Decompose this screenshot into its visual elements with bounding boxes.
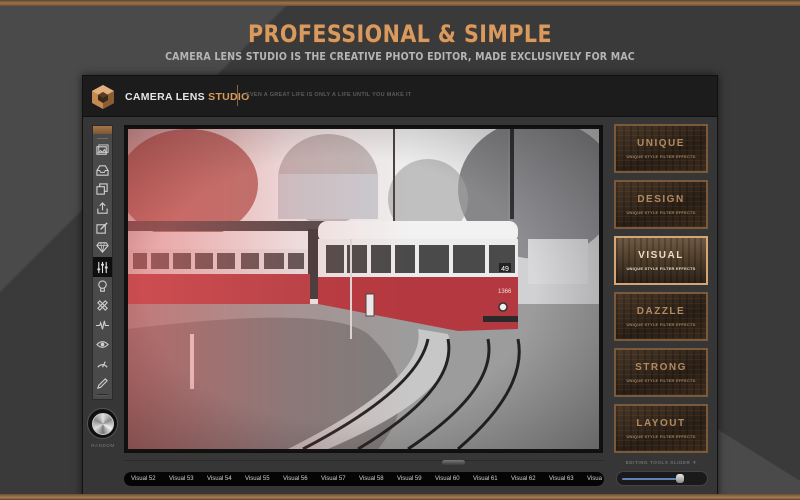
preset-title: DAZZLE [636,306,686,317]
preset-subtitle: UNIQUE STYLE FILTER EFFECTS [626,154,696,159]
preset-title: DESIGN [637,194,685,205]
filter-item[interactable]: Visual 62 [511,476,549,482]
background-diagonal-right [710,400,800,500]
top-accent-stripe [0,0,800,6]
edit-icon [96,222,108,234]
toolbar-header [93,126,112,134]
app-tagline: EVEN A GREAT LIFE IS ONLY A LIFE UNTIL Y… [246,92,412,98]
preset-subtitle: UNIQUE STYLE FILTER EFFECTS [626,210,696,215]
preset-subtitle: UNIQUE STYLE FILTER EFFECTS [626,378,696,383]
tools-sidebar [92,125,113,400]
editing-tools-slider-label: EDITING TOOLS SLIDER ▼ [625,460,698,465]
filter-strip[interactable]: Visual 52 Visual 53 Visual 54 Visual 55 Visu… [124,472,604,486]
toolbar-bottom-grip[interactable] [97,394,108,396]
slider-knob[interactable] [675,474,684,483]
filter-item[interactable]: Visual 61 [473,476,511,482]
preset-title: LAYOUT [636,418,686,429]
tool-layers[interactable] [93,180,112,199]
filter-item[interactable]: Visual 56 [283,476,321,482]
tram-photo-illustration: 49 1366 [128,129,599,449]
preset-visual[interactable]: VISUAL UNIQUE STYLE FILTER EFFECTS [614,236,708,285]
preset-title: VISUAL [638,250,684,261]
filter-item[interactable]: Visual 57 [321,476,359,482]
bottom-accent-stripe [0,494,800,500]
preset-strong[interactable]: STRONG UNIQUE STYLE FILTER EFFECTS [614,348,708,397]
filter-item[interactable]: Visual 59 [397,476,435,482]
inbox-icon [96,164,109,176]
tool-bandage[interactable] [93,296,112,315]
app-window: CAMERA LENS STUDIO EVEN A GREAT LIFE IS … [82,75,718,500]
share-icon [97,202,108,215]
tool-share[interactable] [93,199,112,218]
filter-item[interactable]: Visual 54 [207,476,245,482]
canvas-resize-handle[interactable] [442,460,465,465]
filter-item[interactable]: Visual 58 [359,476,397,482]
app-logo-icon [92,85,114,109]
tool-edit[interactable] [93,219,112,238]
tool-pencil[interactable] [93,374,112,393]
app-name: CAMERA LENS STUDIO [125,91,250,103]
bandage-icon [97,300,108,312]
random-knob-icon [91,412,114,435]
speedometer-icon [97,361,108,369]
eye-icon [96,341,109,348]
tool-sliders[interactable] [93,257,112,277]
photos-icon [96,144,109,155]
tool-speedometer[interactable] [93,354,112,373]
tool-inbox[interactable] [93,160,112,179]
preset-title: STRONG [635,362,687,373]
filter-item[interactable]: Visual 55 [245,476,283,482]
lightbulb-icon [98,280,107,292]
slider-fill [622,478,680,480]
marketing-headline: PROFESSIONAL & SIMPLE [247,20,553,48]
preset-subtitle: UNIQUE STYLE FILTER EFFECTS [626,266,696,271]
photo-canvas[interactable]: 49 1366 [124,125,603,453]
title-divider [237,85,238,106]
filter-item[interactable]: Visual 63 [549,476,587,482]
tool-pulse[interactable] [93,316,112,335]
pencil-icon [96,377,108,389]
preset-list: UNIQUE UNIQUE STYLE FILTER EFFECTS DESIGN U… [614,124,709,460]
layers-icon [96,183,108,195]
random-label: RANDOM [91,443,115,448]
preset-title: UNIQUE [637,138,685,149]
random-button[interactable] [87,408,118,439]
pulse-icon [96,320,109,330]
canvas-divider [124,460,604,461]
preset-layout[interactable]: LAYOUT UNIQUE STYLE FILTER EFFECTS [614,404,708,453]
edited-photo: 49 1366 [128,129,599,449]
filter-item[interactable]: Visua [587,476,604,482]
diamond-icon [96,242,109,254]
preset-subtitle: UNIQUE STYLE FILTER EFFECTS [626,322,696,327]
filter-item[interactable]: Visual 53 [169,476,207,482]
tool-lightbulb[interactable] [93,277,112,296]
app-name-main: CAMERA LENS [125,91,209,103]
app-titlebar: CAMERA LENS STUDIO EVEN A GREAT LIFE IS … [83,76,717,117]
filter-item[interactable]: Visual 60 [435,476,473,482]
marketing-subline: CAMERA LENS STUDIO IS THE CREATIVE PHOTO… [165,50,635,63]
app-name-accent: STUDIO [208,91,250,103]
preset-dazzle[interactable]: DAZZLE UNIQUE STYLE FILTER EFFECTS [614,292,708,341]
filter-item[interactable]: Visual 52 [131,476,169,482]
preset-subtitle: UNIQUE STYLE FILTER EFFECTS [626,434,696,439]
toolbar-grip[interactable] [97,138,108,139]
tool-diamond[interactable] [93,238,112,257]
tool-eye[interactable] [93,335,112,354]
preset-unique[interactable]: UNIQUE UNIQUE STYLE FILTER EFFECTS [614,124,708,173]
preset-design[interactable]: DESIGN UNIQUE STYLE FILTER EFFECTS [614,180,708,229]
editing-tools-slider[interactable] [616,471,708,486]
tool-photos[interactable] [93,141,112,160]
sliders-icon [97,261,108,273]
